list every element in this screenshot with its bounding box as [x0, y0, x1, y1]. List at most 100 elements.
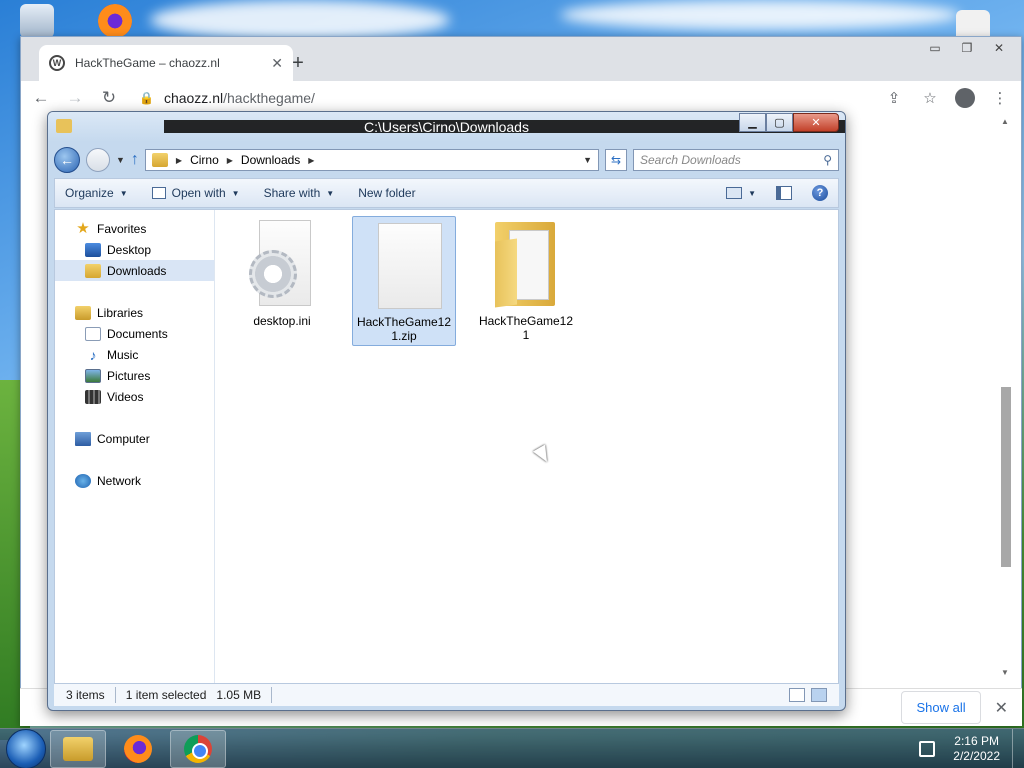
new-tab-button[interactable]: +: [285, 50, 311, 76]
command-bar: Organize ▼ Open with ▼ Share with ▼ New fol…: [54, 178, 839, 208]
file-item-folder[interactable]: HackTheGame121: [474, 216, 578, 346]
file-item-desktop-ini[interactable]: desktop.ini: [230, 216, 334, 346]
firefox-desktop-icon[interactable]: [98, 4, 132, 38]
file-name: HackTheGame121: [478, 314, 574, 342]
page-scrollbar[interactable]: ▲ ▼: [998, 117, 1012, 677]
explorer-address-bar[interactable]: ▶ Cirno ▶ Downloads ▶ ▼: [144, 149, 599, 171]
file-item-zip[interactable]: HackTheGame121.zip: [352, 216, 456, 346]
nav-pictures[interactable]: Pictures: [55, 365, 214, 386]
star-icon: ★: [76, 219, 90, 237]
downloads-folder-icon: [85, 263, 101, 278]
network-globe-icon: [75, 473, 91, 488]
preview-pane-icon[interactable]: [776, 186, 792, 200]
share-with-button[interactable]: Share with ▼: [264, 186, 335, 200]
nav-label: Videos: [107, 389, 144, 404]
scroll-down-icon[interactable]: ▼: [1001, 668, 1009, 677]
tab-title: HackTheGame – chaozz.nl: [75, 56, 220, 70]
item-count: 3 items: [66, 688, 105, 702]
close-icon[interactable]: ✕: [793, 113, 839, 132]
large-icons-view-icon[interactable]: [811, 688, 827, 702]
scrollbar-thumb[interactable]: [1001, 387, 1011, 567]
clock[interactable]: 2:16 PM 2/2/2022: [953, 734, 1000, 764]
breadcrumb-downloads[interactable]: Downloads: [241, 153, 300, 167]
nav-desktop[interactable]: Desktop: [55, 239, 214, 260]
breadcrumb-arrow-icon[interactable]: ▶: [176, 156, 182, 165]
breadcrumb-cirno[interactable]: Cirno: [190, 153, 219, 167]
details-view-icon[interactable]: [789, 688, 805, 702]
organize-button[interactable]: Organize ▼: [65, 186, 128, 200]
help-icon[interactable]: ?: [812, 185, 828, 201]
taskbar: 2:16 PM 2/2/2022: [0, 728, 1024, 768]
music-note-icon: ♪: [89, 346, 97, 363]
search-input[interactable]: Search Downloads ⚲: [633, 149, 839, 171]
system-tray: 2:16 PM 2/2/2022: [919, 734, 1000, 764]
up-folder-arrow-icon[interactable]: ↑: [131, 151, 139, 169]
address-dropdown-icon[interactable]: ▼: [583, 155, 592, 165]
selection-size: 1.05 MB: [216, 688, 262, 702]
close-icon[interactable]: ✕: [983, 39, 1015, 57]
explorer-body: ★ Favorites Desktop Downloads Libraries D…: [54, 209, 839, 684]
selection-info: 1 item selected: [125, 688, 207, 702]
nav-label: Network: [97, 473, 142, 488]
forward-arrow-icon[interactable]: [86, 148, 110, 172]
share-icon[interactable]: ⇪: [883, 89, 905, 107]
minimize-icon[interactable]: ▭: [919, 39, 951, 57]
bookmark-star-icon[interactable]: ☆: [919, 89, 941, 107]
share-with-label: Share with: [263, 186, 321, 200]
navigation-pane[interactable]: ★ Favorites Desktop Downloads Libraries D…: [55, 210, 215, 683]
tab-strip: W HackTheGame – chaozz.nl ✕ + ▭ ❐ ✕: [21, 37, 1021, 81]
show-desktop-button[interactable]: [1012, 728, 1024, 768]
desktop-icon: [85, 242, 101, 257]
view-options-icon: [726, 187, 743, 199]
open-with-button[interactable]: Open with ▼: [151, 186, 240, 200]
tab-hackthegame[interactable]: W HackTheGame – chaozz.nl ✕: [39, 45, 293, 81]
reload-icon[interactable]: ↻: [99, 88, 119, 108]
nav-network[interactable]: Network: [55, 470, 214, 491]
profile-avatar-icon[interactable]: [955, 88, 975, 108]
network-status-icon[interactable]: [919, 740, 936, 757]
breadcrumb-arrow-icon[interactable]: ▶: [308, 156, 314, 165]
back-arrow-icon[interactable]: ←: [54, 147, 80, 173]
nav-computer[interactable]: Computer: [55, 428, 214, 449]
breadcrumb-arrow-icon[interactable]: ▶: [227, 156, 233, 165]
maximize-icon[interactable]: ▢: [766, 113, 793, 132]
explorer-address-row: ← ▼ ↑ ▶ Cirno ▶ Downloads ▶ ▼ ⇆ Search D…: [48, 142, 845, 178]
refresh-icon[interactable]: ⇆: [605, 149, 627, 171]
explorer-titlebar[interactable]: C:\Users\Cirno\Downloads ▁ ▢ ✕: [48, 112, 845, 142]
nav-downloads[interactable]: Downloads: [55, 260, 214, 281]
tab-close-icon[interactable]: ✕: [271, 55, 283, 72]
menu-kebab-icon[interactable]: ⋮: [989, 89, 1011, 107]
change-view-button[interactable]: ▼: [726, 187, 756, 199]
chevron-down-icon: ▼: [231, 188, 240, 198]
firefox-icon: [124, 734, 152, 763]
nav-videos[interactable]: Videos: [55, 386, 214, 407]
recycle-bin-icon[interactable]: [20, 4, 54, 38]
start-button[interactable]: [6, 728, 46, 768]
computer-icon: [75, 431, 91, 446]
address-bar[interactable]: 🔒 chaozz.nl/hackthegame/: [133, 84, 869, 112]
nav-label: Favorites: [97, 221, 147, 236]
clock-date: 2/2/2022: [953, 748, 1000, 763]
restore-icon[interactable]: ❐: [951, 39, 983, 57]
downloads-folder-icon: [151, 153, 168, 167]
downloads-bar-close-icon[interactable]: ✕: [995, 698, 1008, 718]
show-all-button[interactable]: Show all: [901, 691, 981, 724]
minimize-icon[interactable]: ▁: [739, 113, 766, 132]
scroll-up-icon[interactable]: ▲: [1001, 117, 1009, 126]
back-arrow-icon[interactable]: ←: [31, 88, 51, 108]
nav-music[interactable]: ♪ Music: [55, 344, 214, 365]
explorer-window: C:\Users\Cirno\Downloads ▁ ▢ ✕ ← ▼ ↑ ▶ C…: [47, 111, 846, 711]
nav-favorites[interactable]: ★ Favorites: [55, 218, 214, 239]
search-icon: ⚲: [823, 153, 832, 167]
file-list-pane[interactable]: desktop.ini HackTheGame121.zip HackTheGa…: [215, 210, 838, 683]
nav-documents[interactable]: Documents: [55, 323, 214, 344]
forward-arrow-icon[interactable]: →: [65, 88, 85, 108]
taskbar-chrome[interactable]: [170, 729, 226, 768]
taskbar-firefox[interactable]: [110, 730, 166, 768]
recent-pages-dropdown-icon[interactable]: ▼: [116, 155, 125, 165]
chrome-window-controls: ▭ ❐ ✕: [919, 39, 1015, 57]
taskbar-explorer[interactable]: [50, 729, 106, 768]
new-folder-button[interactable]: New folder: [358, 186, 415, 200]
nav-libraries[interactable]: Libraries: [55, 302, 214, 323]
lock-icon: 🔒: [139, 91, 154, 105]
